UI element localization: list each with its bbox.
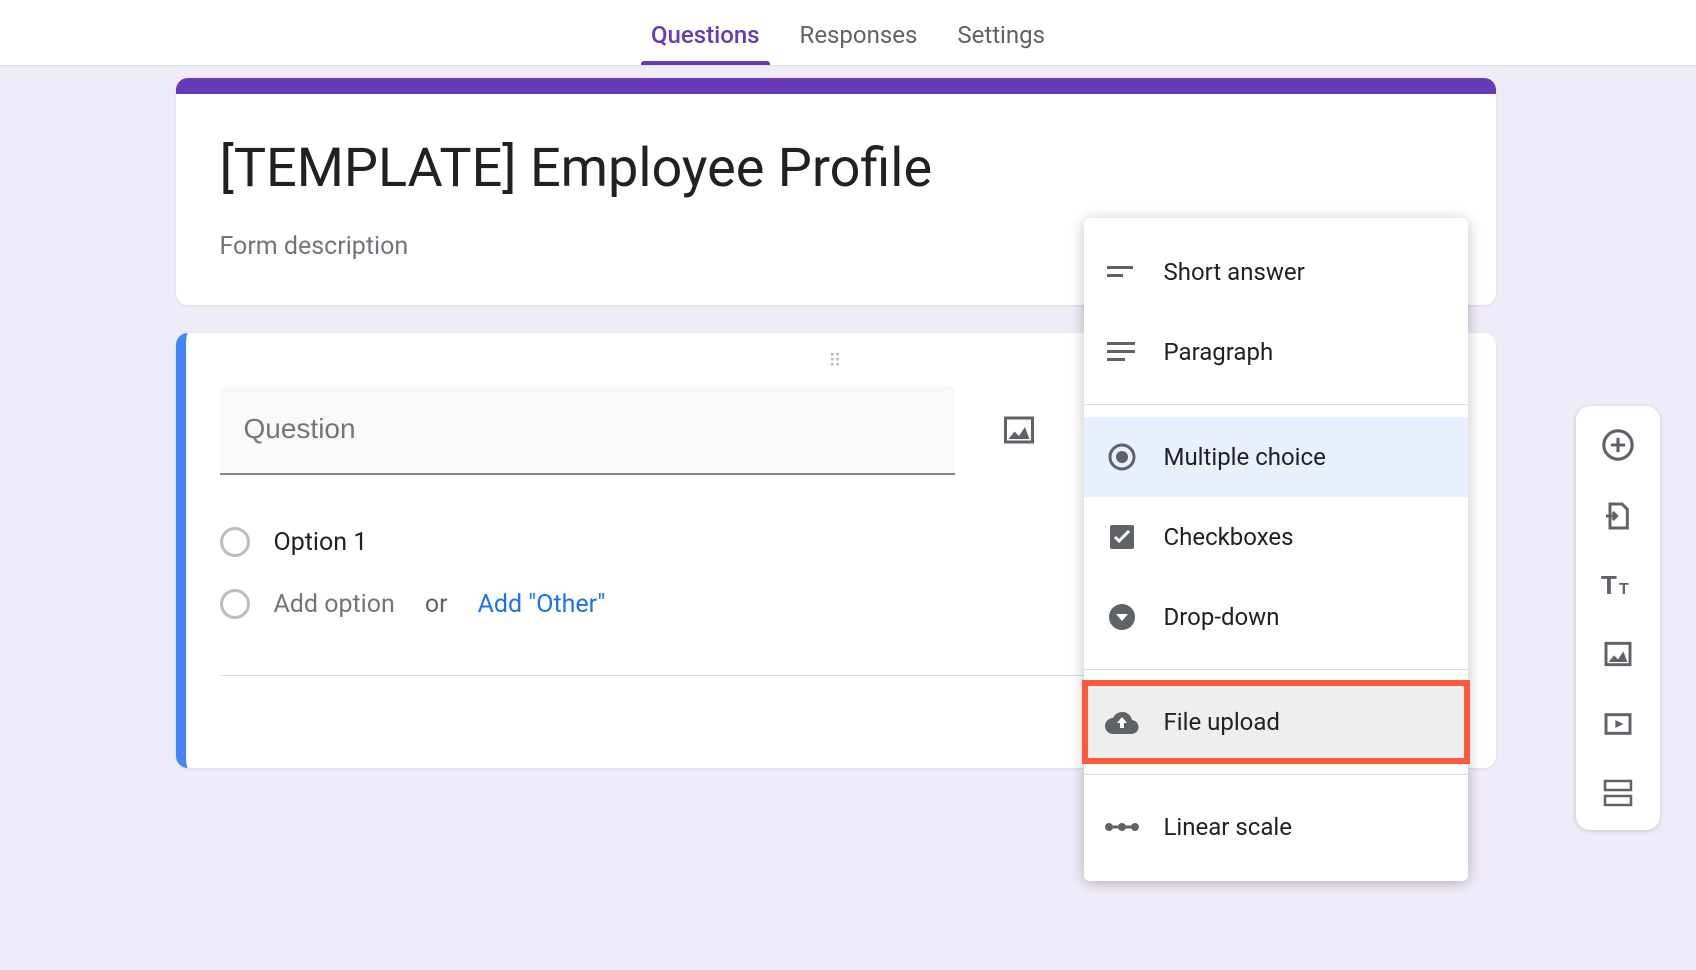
- radio-icon: [220, 589, 250, 619]
- menu-label: Multiple choice: [1164, 443, 1326, 471]
- question-input[interactable]: [220, 385, 955, 475]
- svg-text:T: T: [1601, 570, 1617, 600]
- add-other-button[interactable]: Add "Other": [478, 590, 606, 619]
- form-container: [TEMPLATE] Employee Profile Form descrip…: [176, 78, 1496, 768]
- top-tab-bar: Questions Responses Settings: [0, 0, 1696, 66]
- checkbox-icon: [1104, 519, 1140, 555]
- tab-questions[interactable]: Questions: [631, 5, 780, 65]
- title-icon: TT: [1601, 570, 1635, 600]
- video-icon: [1602, 708, 1634, 740]
- or-text: or: [425, 590, 448, 619]
- short-answer-icon: [1104, 254, 1140, 290]
- linear-scale-icon: [1104, 809, 1140, 845]
- form-title[interactable]: [TEMPLATE] Employee Profile: [220, 134, 1452, 204]
- menu-label: Checkboxes: [1164, 523, 1294, 551]
- menu-item-file-upload[interactable]: File upload: [1084, 682, 1468, 762]
- menu-item-short-answer[interactable]: Short answer: [1084, 232, 1468, 312]
- tab-responses[interactable]: Responses: [780, 5, 938, 65]
- tab-settings[interactable]: Settings: [937, 5, 1065, 65]
- menu-label: Short answer: [1164, 258, 1305, 286]
- paragraph-icon: [1104, 334, 1140, 370]
- plus-circle-icon: [1601, 428, 1635, 462]
- menu-item-multiple-choice[interactable]: Multiple choice: [1084, 417, 1468, 497]
- add-image-to-question-button[interactable]: [995, 406, 1043, 454]
- side-toolbar: TT: [1576, 406, 1660, 830]
- dropdown-icon: [1104, 599, 1140, 635]
- image-icon: [1001, 412, 1037, 448]
- menu-label: Linear scale: [1164, 813, 1292, 841]
- add-section-button[interactable]: [1596, 772, 1640, 814]
- menu-item-checkboxes[interactable]: Checkboxes: [1084, 497, 1468, 577]
- menu-label: Drop-down: [1164, 603, 1280, 631]
- image-icon: [1602, 638, 1634, 670]
- add-title-button[interactable]: TT: [1595, 564, 1641, 606]
- menu-item-dropdown[interactable]: Drop-down: [1084, 577, 1468, 657]
- section-icon: [1602, 778, 1634, 808]
- add-video-button[interactable]: [1596, 702, 1640, 746]
- import-icon: [1602, 500, 1634, 532]
- option-label[interactable]: Option 1: [274, 528, 368, 557]
- radio-icon: [220, 527, 250, 557]
- menu-item-linear-scale[interactable]: Linear scale: [1084, 787, 1468, 867]
- menu-label: File upload: [1164, 708, 1280, 736]
- question-type-dropdown: Short answer Paragraph Multiple choice: [1084, 218, 1468, 881]
- cloud-upload-icon: [1104, 704, 1140, 740]
- import-questions-button[interactable]: [1596, 494, 1640, 538]
- menu-item-paragraph[interactable]: Paragraph: [1084, 312, 1468, 392]
- svg-text:T: T: [1619, 581, 1629, 598]
- menu-label: Paragraph: [1164, 338, 1274, 366]
- add-option-button[interactable]: Add option: [274, 590, 395, 619]
- add-question-button[interactable]: [1595, 422, 1641, 468]
- add-image-button[interactable]: [1596, 632, 1640, 676]
- radio-button-icon: [1104, 439, 1140, 475]
